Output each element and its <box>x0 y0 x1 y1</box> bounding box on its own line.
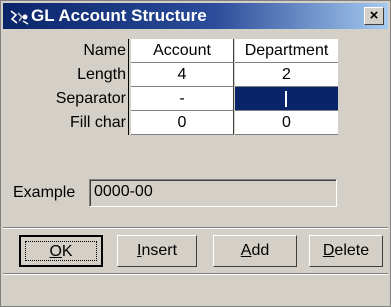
cell-fill-char-account[interactable]: 0 <box>131 111 234 135</box>
cell-separator-department[interactable] <box>235 87 338 111</box>
row-label-fill-char: Fill char <box>9 111 129 135</box>
window-title: GL Account Structure <box>31 6 207 25</box>
cell-name-department[interactable]: Department <box>235 39 338 63</box>
cell-name-account[interactable]: Account <box>131 39 234 63</box>
title-bar[interactable]: GL Account Structure × <box>3 3 388 29</box>
gl-structure-icon <box>10 10 29 25</box>
add-button-accel: A <box>240 242 252 259</box>
button-divider-bottom <box>3 273 388 275</box>
delete-button-accel: D <box>322 242 335 259</box>
example-field: 0000-00 <box>89 179 337 207</box>
row-label-name: Name <box>9 39 129 63</box>
add-button-label: dd <box>251 242 270 259</box>
close-button[interactable]: × <box>364 7 384 25</box>
add-button[interactable]: Add <box>213 235 297 267</box>
insert-button-label: nsert <box>141 242 178 259</box>
cell-length-account[interactable]: 4 <box>131 63 234 87</box>
text-cursor <box>285 91 287 107</box>
cell-length-department[interactable]: 2 <box>235 63 338 87</box>
insert-button[interactable]: Insert <box>117 235 197 267</box>
gl-account-structure-dialog: GL Account Structure × Name Account Depa… <box>0 0 391 307</box>
example-value: 0000-00 <box>94 183 153 200</box>
row-label-separator: Separator <box>9 87 129 111</box>
delete-button[interactable]: Delete <box>309 235 383 267</box>
ok-button-label: K <box>61 243 73 260</box>
example-label: Example <box>13 184 76 201</box>
cell-fill-char-department[interactable]: 0 <box>235 111 338 135</box>
delete-button-label: elete <box>334 242 370 259</box>
row-label-length: Length <box>9 63 129 87</box>
ok-button-accel: O <box>49 243 62 260</box>
cell-separator-account[interactable]: - <box>131 87 234 111</box>
button-divider-top <box>3 227 388 229</box>
ok-button[interactable]: OK <box>19 235 103 267</box>
